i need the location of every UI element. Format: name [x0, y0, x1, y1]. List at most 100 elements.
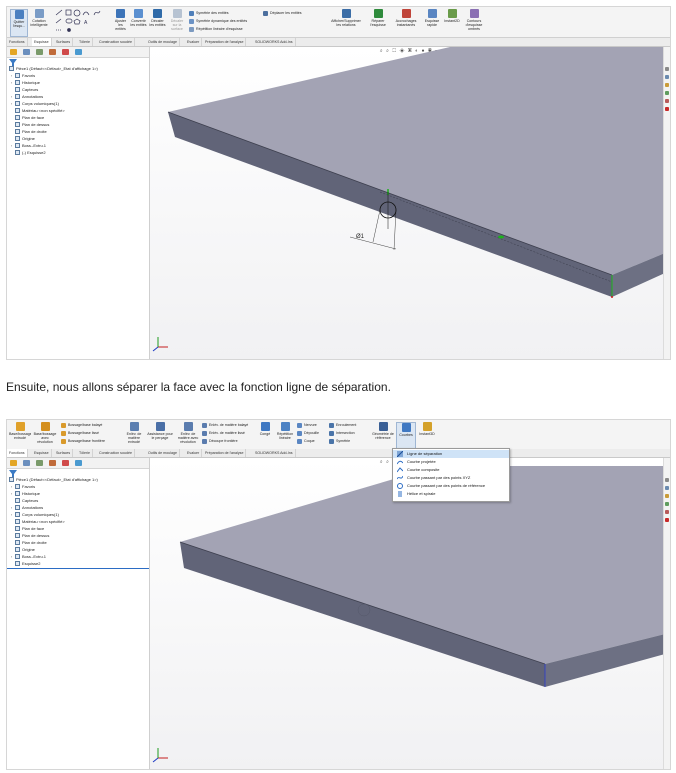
- menu-item-curve-through-reference-points[interactable]: Courbe passant par des points de référen…: [393, 482, 509, 490]
- tree-item-history[interactable]: › Historique: [11, 490, 40, 497]
- tab-surfaces[interactable]: Surfaces: [54, 38, 74, 46]
- shaded-contours-button[interactable]: Contours d'esquisse ombrés: [463, 9, 485, 35]
- explorer-icon[interactable]: [665, 91, 669, 95]
- tree-item-annotations[interactable]: › Annotations: [11, 504, 43, 511]
- tree-item-history[interactable]: › Historique: [11, 79, 40, 86]
- tree-item-material[interactable]: Matériau <non spécifié>: [11, 518, 65, 525]
- tree-item-material[interactable]: Matériau <non spécifié>: [11, 107, 65, 114]
- tree-item-front-plane[interactable]: Plan de face: [11, 114, 44, 121]
- property-manager-icon[interactable]: [23, 460, 30, 466]
- dimxpert-icon[interactable]: [49, 460, 56, 466]
- resources-icon[interactable]: [665, 75, 669, 79]
- library-icon[interactable]: [665, 83, 669, 87]
- part-model[interactable]: [150, 458, 665, 770]
- tab-add-ins[interactable]: SOLIDWORKS Add-Ins: [253, 38, 296, 46]
- menu-item-curve-through-xyz[interactable]: Courbe passant par des points XYZ: [393, 474, 509, 482]
- revolved-boss-button[interactable]: Base/bossage avec révolution: [33, 422, 57, 448]
- rapid-sketch-button[interactable]: Esquisse rapide: [423, 9, 441, 35]
- tree-item-boss-extrude[interactable]: › Boss.-Extru.1: [11, 553, 46, 560]
- convert-entities-button[interactable]: Convertir les entités: [130, 9, 147, 35]
- boundary-boss-button[interactable]: Bossage/base frontière: [61, 438, 105, 444]
- tab-evaluate[interactable]: Evaluer: [185, 38, 203, 46]
- exit-sketch-button[interactable]: Quitter l'esqu...: [10, 9, 28, 37]
- dynamic-mirror-button[interactable]: Symétrie dynamique des entités: [189, 18, 247, 24]
- tab-analysis-prep[interactable]: Préparation de l'analyse: [203, 38, 247, 46]
- cam-icon[interactable]: [75, 49, 82, 55]
- tree-item-origin[interactable]: Origine: [11, 135, 35, 142]
- tree-item-favorites[interactable]: › Favoris: [11, 483, 35, 490]
- lofted-cut-button[interactable]: Enlèv. de matière lissé: [202, 430, 245, 436]
- appearances-icon[interactable]: [665, 510, 669, 514]
- intersect-button[interactable]: Intersection: [329, 430, 355, 436]
- graphics-area[interactable]: ⌕ ⌕ ⬚ ◈ ▣ ◐ ● ◉ ▭: [150, 458, 670, 769]
- tree-item-annotations[interactable]: › Annotations: [11, 93, 43, 100]
- display-manager-icon[interactable]: [62, 460, 69, 466]
- cam-icon[interactable]: [75, 460, 82, 466]
- part-model[interactable]: Ø1: [150, 47, 665, 360]
- tree-item-sensors[interactable]: Capteurs: [11, 86, 38, 93]
- rollback-bar[interactable]: [7, 568, 149, 569]
- instant2d-button[interactable]: Instant2D: [443, 9, 461, 35]
- tab-features[interactable]: Fonctions: [7, 38, 28, 46]
- home-icon[interactable]: [665, 67, 669, 71]
- swept-cut-button[interactable]: Enlèv. de matière balayé: [202, 422, 248, 428]
- tab-mold-tools[interactable]: Outils de moulage: [146, 449, 180, 457]
- instant3d-button[interactable]: Instant3D: [418, 422, 436, 448]
- tab-features[interactable]: Fonctions: [7, 449, 28, 457]
- graphics-area[interactable]: ⌕ ⌕ ⬚ ◈ ▣ ◐ ● ◉ ▭ Ø1: [150, 47, 670, 359]
- feature-manager-icon[interactable]: [10, 460, 17, 466]
- tree-item-solid-bodies[interactable]: › Corps volumiques(1): [11, 511, 59, 518]
- menu-item-helix-spiral[interactable]: Hélice et spirale: [393, 490, 509, 498]
- revolved-cut-button[interactable]: Enlèv. de matière avec révolution: [176, 422, 200, 448]
- tree-item-favorites[interactable]: › Favoris: [11, 72, 35, 79]
- home-icon[interactable]: [665, 478, 669, 482]
- resources-icon[interactable]: [665, 486, 669, 490]
- linear-sketch-pattern-button[interactable]: Répétition linéaire d'esquisse: [189, 26, 243, 32]
- tree-item-sketch2[interactable]: (-) Esquisse2: [11, 149, 46, 156]
- tab-weldments[interactable]: Construction soudée: [97, 449, 135, 457]
- tab-evaluate[interactable]: Evaluer: [185, 449, 203, 457]
- tree-root-part[interactable]: Pièce1 (Défaut<<Défaut>_Etat d'affichage…: [9, 476, 98, 483]
- explorer-icon[interactable]: [665, 502, 669, 506]
- display-manager-icon[interactable]: [62, 49, 69, 55]
- extruded-boss-button[interactable]: Base/bossage extrudé: [9, 422, 31, 448]
- custom-properties-icon[interactable]: [665, 518, 669, 522]
- tree-item-top-plane[interactable]: Plan de dessus: [11, 121, 49, 128]
- tree-item-front-plane[interactable]: Plan de face: [11, 525, 44, 532]
- menu-item-split-line[interactable]: Ligne de séparation: [393, 450, 509, 458]
- property-manager-icon[interactable]: [23, 49, 30, 55]
- display-relations-button[interactable]: Afficher/Supprimer les relations: [329, 9, 363, 35]
- tree-root-part[interactable]: Pièce1 (Défaut<<Défaut>_Etat d'affichage…: [9, 65, 98, 72]
- offset-on-surface-button[interactable]: Décaler sur la surface: [168, 9, 186, 35]
- repair-sketch-button[interactable]: Réparer l'esquisse: [367, 9, 389, 35]
- trim-entities-button[interactable]: Ajuster les entités: [113, 9, 128, 35]
- tab-sheet-metal[interactable]: Tôlerie: [77, 38, 93, 46]
- boundary-cut-button[interactable]: Découpe frontière: [202, 438, 238, 444]
- tree-item-sketch2[interactable]: Esquisse2: [11, 560, 40, 567]
- draft-button[interactable]: Dépouille: [297, 430, 319, 436]
- tab-surfaces[interactable]: Surfaces: [54, 449, 74, 457]
- custom-properties-icon[interactable]: [665, 107, 669, 111]
- hole-wizard-button[interactable]: Assistance pour le perçage: [146, 422, 174, 448]
- lofted-boss-button[interactable]: Bossage/base lissé: [61, 430, 99, 436]
- tab-sketch[interactable]: Esquisse: [32, 38, 52, 46]
- tree-item-origin[interactable]: Origine: [11, 546, 35, 553]
- rib-button[interactable]: Nervure: [297, 422, 317, 428]
- tab-analysis-prep[interactable]: Préparation de l'analyse: [203, 449, 247, 457]
- curves-button[interactable]: Courbes: [396, 422, 416, 450]
- menu-item-composite-curve[interactable]: Courbe composite: [393, 466, 509, 474]
- library-icon[interactable]: [665, 494, 669, 498]
- mirror-entities-button[interactable]: Symétrie des entités: [189, 10, 229, 16]
- dimension-label[interactable]: Ø1: [356, 234, 365, 240]
- offset-entities-button[interactable]: Décaler les entités: [149, 9, 166, 35]
- fillet-button[interactable]: Congé: [257, 422, 273, 448]
- tree-item-right-plane[interactable]: Plan de droite: [11, 539, 47, 546]
- shell-button[interactable]: Coque: [297, 438, 315, 444]
- tab-weldments[interactable]: Construction soudée: [97, 38, 135, 46]
- tab-sketch[interactable]: Esquisse: [32, 449, 52, 457]
- configuration-manager-icon[interactable]: [36, 460, 43, 466]
- wrap-button[interactable]: Enroulement: [329, 422, 356, 428]
- tree-item-top-plane[interactable]: Plan de dessus: [11, 532, 49, 539]
- tree-item-right-plane[interactable]: Plan de droite: [11, 128, 47, 135]
- dimxpert-icon[interactable]: [49, 49, 56, 55]
